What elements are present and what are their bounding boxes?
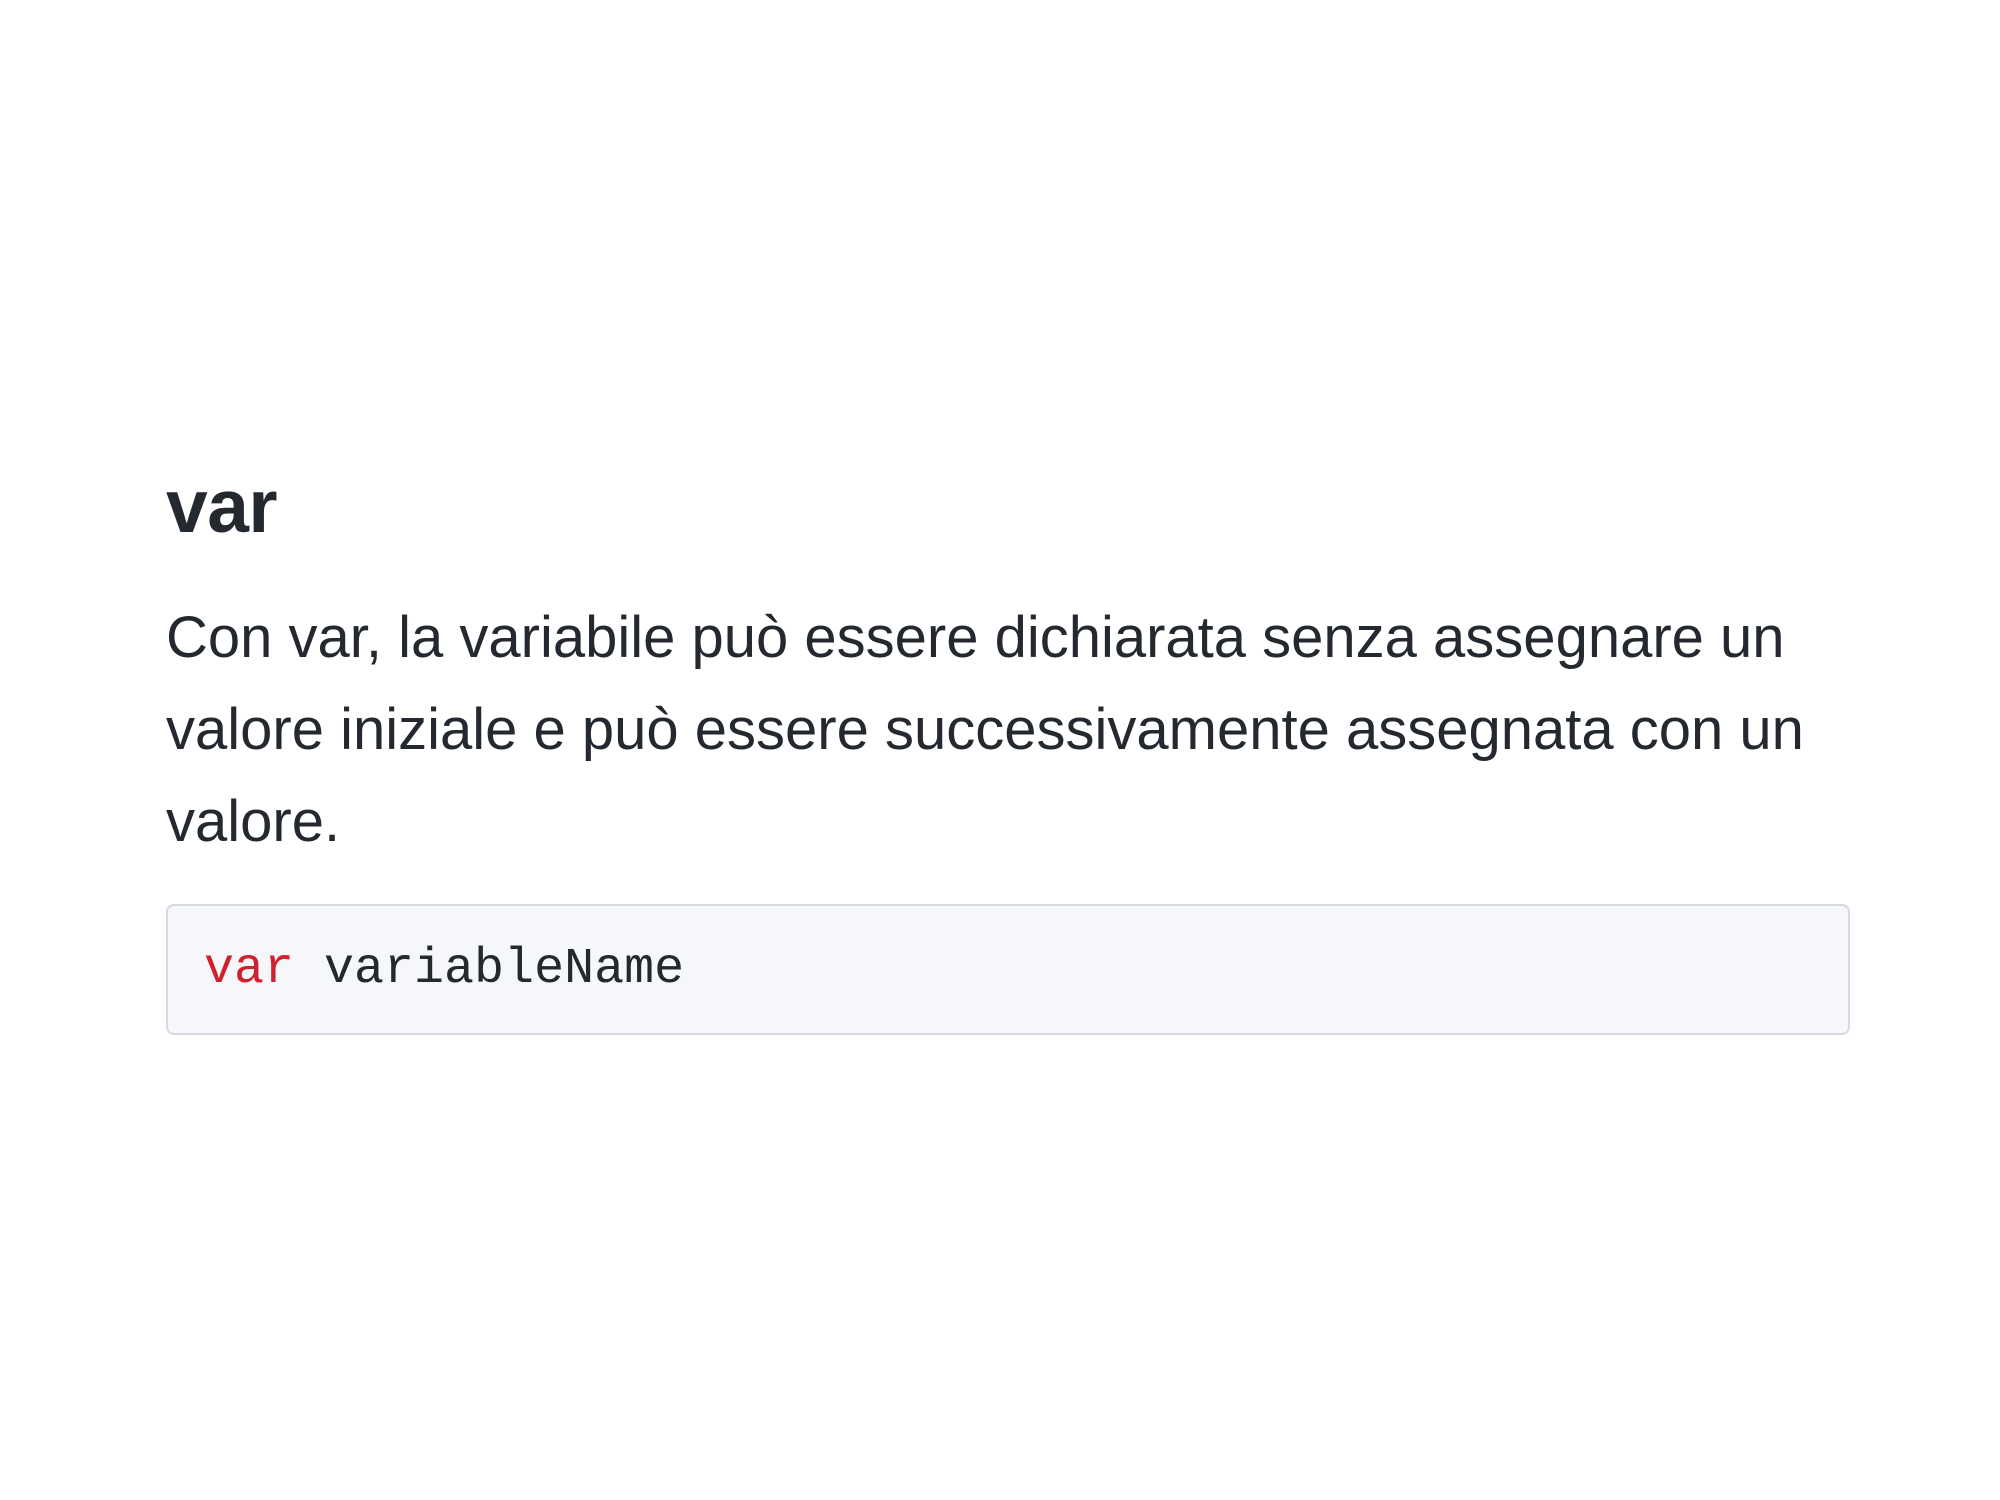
code-identifier: variableName	[324, 940, 685, 998]
code-block: var variableName	[166, 904, 1850, 1035]
document-section: var Con var, la variabile può essere dic…	[166, 462, 1850, 1035]
code-keyword: var	[204, 940, 295, 998]
code-line: var variableName	[204, 940, 684, 1000]
section-title: var	[166, 464, 278, 548]
section-description: Con var, la variabile può essere dichiar…	[166, 605, 1804, 854]
